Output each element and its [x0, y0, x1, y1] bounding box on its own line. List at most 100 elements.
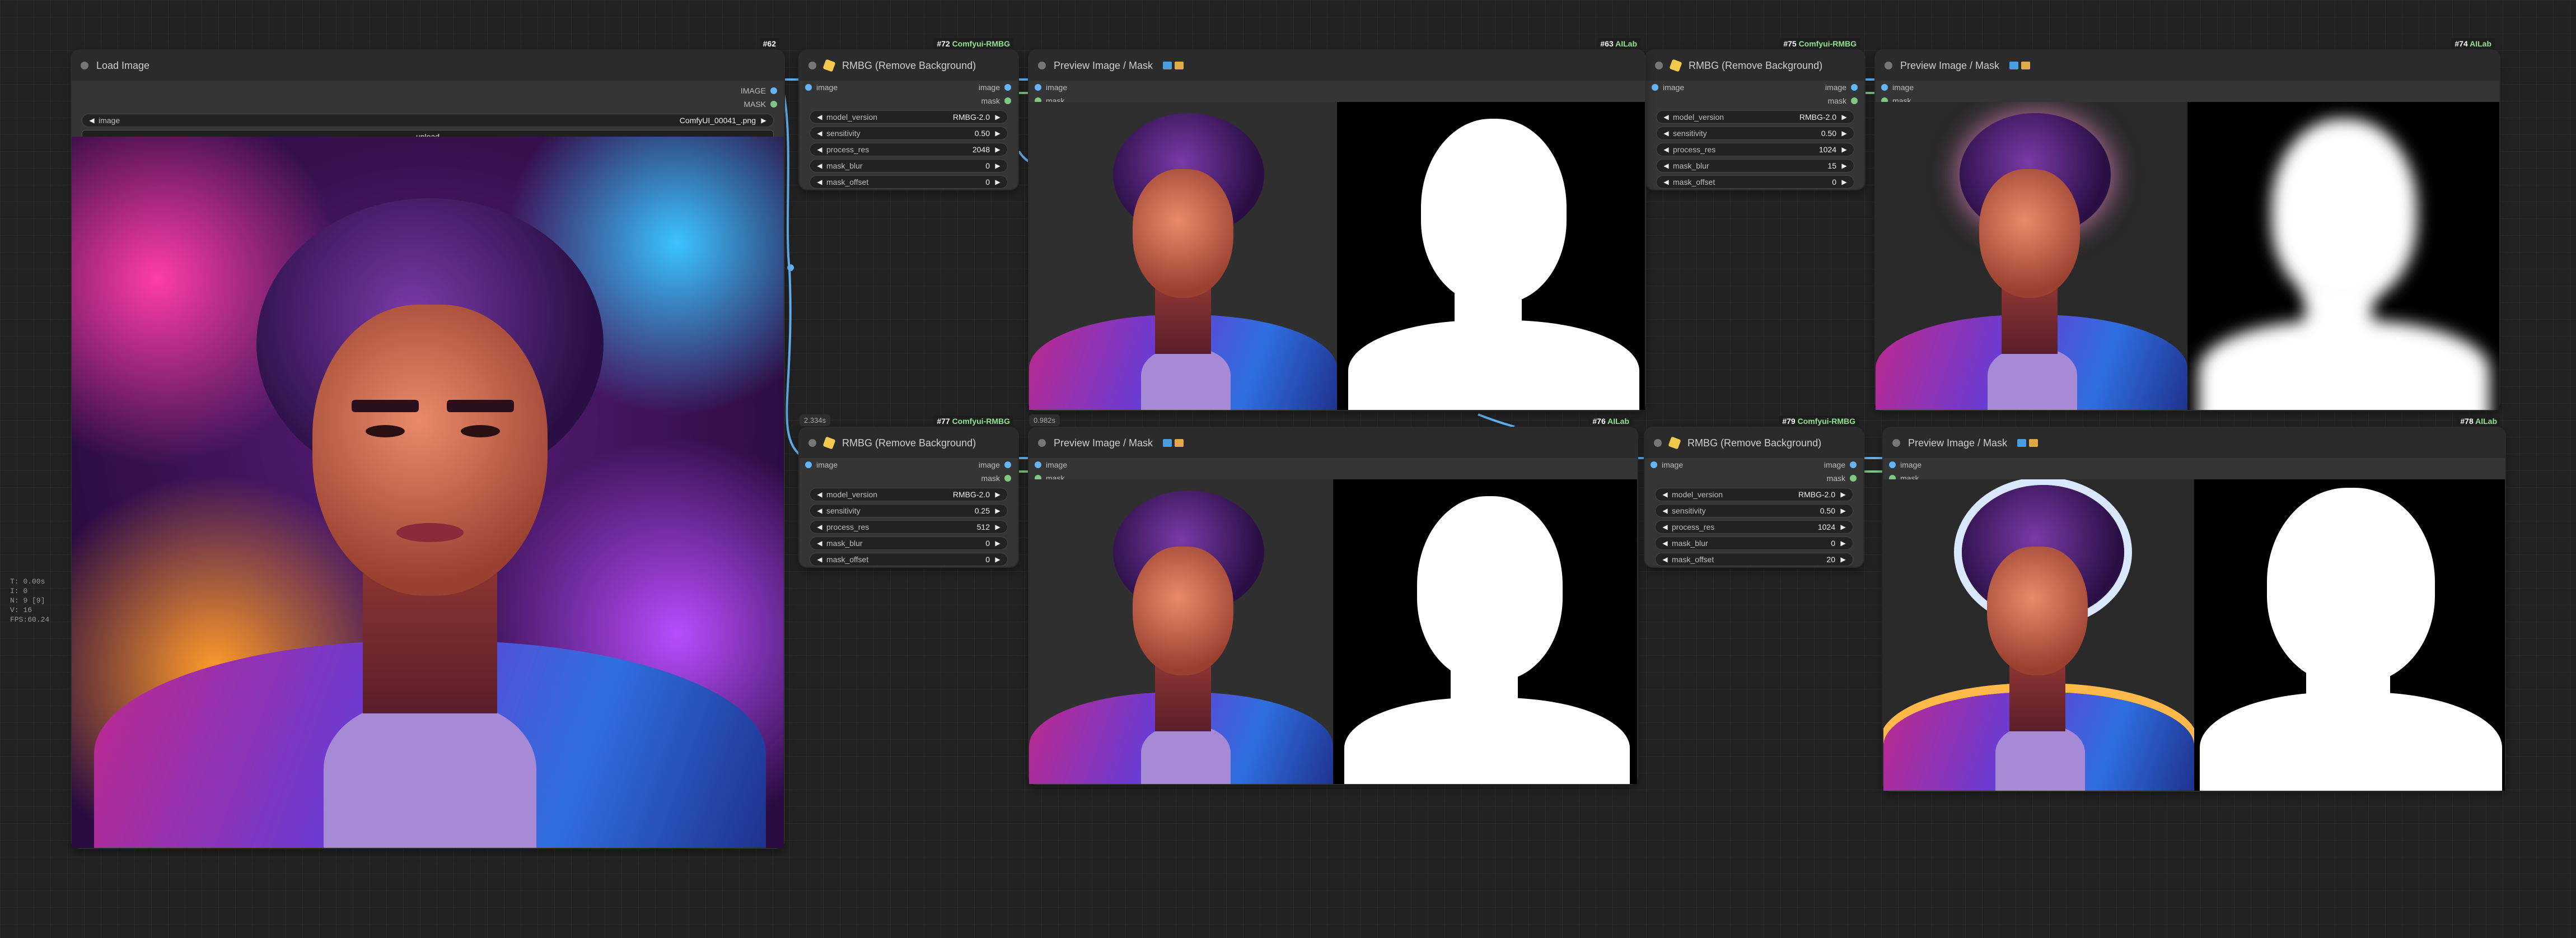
- arrow-left-icon[interactable]: ◀: [1661, 539, 1670, 547]
- arrow-left-icon[interactable]: ◀: [815, 507, 824, 515]
- arrow-left-icon[interactable]: ◀: [1662, 178, 1671, 186]
- model-version-widget[interactable]: ◀ model_version RMBG-2.0 ▶: [1656, 110, 1854, 124]
- arrow-right-icon[interactable]: ▶: [993, 556, 1002, 563]
- arrow-right-icon[interactable]: ▶: [993, 523, 1002, 531]
- sensitivity-widget[interactable]: ◀ sensitivity 0.50 ▶: [810, 127, 1008, 140]
- arrow-right-icon[interactable]: ▶: [993, 491, 1002, 498]
- arrow-right-icon[interactable]: ▶: [1839, 507, 1848, 515]
- node-title-bar[interactable]: Preview Image / Mask: [1883, 428, 2505, 458]
- mask-blur-widget[interactable]: ◀ mask_blur 15 ▶: [1656, 159, 1854, 172]
- image-slot-icon[interactable]: [1035, 84, 1041, 91]
- node-title-bar[interactable]: RMBG (Remove Background): [800, 428, 1018, 458]
- node-title-bar[interactable]: Preview Image / Mask: [1876, 50, 2499, 81]
- arrow-left-icon[interactable]: ◀: [1661, 507, 1670, 515]
- arrow-right-icon[interactable]: ▶: [1840, 162, 1849, 170]
- mask-slot-icon[interactable]: [1851, 97, 1858, 104]
- collapse-dot-icon[interactable]: [1654, 439, 1662, 447]
- preview-node-76[interactable]: 0.982s #76 AILab Preview Image / Mask im…: [1029, 414, 1637, 784]
- process-res-widget[interactable]: ◀ process_res 512 ▶: [810, 520, 1008, 534]
- output-slot-mask[interactable]: MASK: [744, 100, 777, 109]
- input-slot-image[interactable]: image: [805, 83, 838, 92]
- arrow-right-icon[interactable]: ▶: [1839, 491, 1848, 498]
- arrow-right-icon[interactable]: ▶: [1839, 556, 1848, 563]
- image-slot-icon[interactable]: [805, 84, 812, 91]
- arrow-left-icon[interactable]: ◀: [815, 113, 824, 121]
- process-res-widget[interactable]: ◀ process_res 2048 ▶: [810, 143, 1008, 156]
- collapse-dot-icon[interactable]: [1885, 62, 1892, 69]
- collapse-dot-icon[interactable]: [1892, 439, 1900, 447]
- output-slot-mask[interactable]: mask: [1827, 474, 1857, 483]
- node-title-bar[interactable]: Preview Image / Mask: [1029, 50, 1645, 81]
- mask-offset-widget[interactable]: ◀ mask_offset 0 ▶: [1656, 175, 1854, 189]
- sensitivity-widget[interactable]: ◀ sensitivity 0.50 ▶: [1656, 127, 1854, 140]
- input-slot-image[interactable]: image: [1881, 83, 1914, 92]
- image-slot-icon[interactable]: [1889, 461, 1896, 468]
- arrow-right-icon[interactable]: ▶: [1839, 539, 1848, 547]
- arrow-left-icon[interactable]: ◀: [815, 162, 824, 170]
- mask-blur-widget[interactable]: ◀ mask_blur 0 ▶: [810, 159, 1008, 172]
- output-slot-image[interactable]: image: [1825, 83, 1858, 92]
- rmbg-node-72[interactable]: #72 Comfyui-RMBG RMBG (Remove Background…: [800, 38, 1018, 189]
- input-slot-image[interactable]: image: [1035, 83, 1067, 92]
- image-slot-icon[interactable]: [770, 87, 777, 94]
- arrow-right-icon[interactable]: ▶: [1839, 523, 1848, 531]
- mask-blur-widget[interactable]: ◀ mask_blur 0 ▶: [1655, 536, 1853, 550]
- preview-node-63[interactable]: #63 AILab Preview Image / Mask image mas…: [1029, 38, 1645, 410]
- preview-node-74[interactable]: #74 AILab Preview Image / Mask image mas…: [1876, 38, 2499, 410]
- arrow-right-icon[interactable]: ▶: [1840, 146, 1849, 153]
- input-slot-image[interactable]: image: [805, 460, 838, 469]
- arrow-right-icon[interactable]: ▶: [1840, 113, 1849, 121]
- collapse-dot-icon[interactable]: [1655, 62, 1663, 69]
- arrow-left-icon[interactable]: ◀: [1661, 556, 1670, 563]
- node-title-bar[interactable]: Preview Image / Mask: [1029, 428, 1637, 458]
- arrow-left-icon[interactable]: ◀: [1661, 523, 1670, 531]
- image-slot-icon[interactable]: [1004, 84, 1011, 91]
- arrow-left-icon[interactable]: ◀: [815, 146, 824, 153]
- arrow-right-icon[interactable]: ▶: [1840, 178, 1849, 186]
- arrow-left-icon[interactable]: ◀: [1661, 491, 1670, 498]
- output-slot-image[interactable]: image: [979, 460, 1011, 469]
- image-slot-icon[interactable]: [1004, 461, 1011, 468]
- mask-offset-widget[interactable]: ◀ mask_offset 20 ▶: [1655, 553, 1853, 566]
- arrow-left-icon[interactable]: ◀: [815, 178, 824, 186]
- node-title-bar[interactable]: RMBG (Remove Background): [800, 50, 1018, 81]
- image-slot-icon[interactable]: [1851, 84, 1858, 91]
- arrow-right-icon[interactable]: ▶: [993, 162, 1002, 170]
- input-slot-image[interactable]: image: [1651, 460, 1683, 469]
- arrow-right-icon[interactable]: ▶: [993, 539, 1002, 547]
- arrow-right-icon[interactable]: ▶: [759, 116, 768, 124]
- arrow-right-icon[interactable]: ▶: [993, 129, 1002, 137]
- collapse-dot-icon[interactable]: [1038, 62, 1046, 69]
- arrow-left-icon[interactable]: ◀: [1662, 162, 1671, 170]
- model-version-widget[interactable]: ◀ model_version RMBG-2.0 ▶: [810, 488, 1008, 501]
- mask-offset-widget[interactable]: ◀ mask_offset 0 ▶: [810, 175, 1008, 189]
- arrow-left-icon[interactable]: ◀: [1662, 113, 1671, 121]
- arrow-right-icon[interactable]: ▶: [993, 178, 1002, 186]
- collapse-dot-icon[interactable]: [808, 62, 816, 69]
- image-slot-icon[interactable]: [1652, 84, 1658, 91]
- arrow-left-icon[interactable]: ◀: [815, 491, 824, 498]
- collapse-dot-icon[interactable]: [808, 439, 816, 447]
- input-slot-image[interactable]: image: [1889, 460, 1922, 469]
- output-slot-image[interactable]: image: [979, 83, 1011, 92]
- mask-slot-icon[interactable]: [1850, 475, 1857, 482]
- output-slot-mask[interactable]: mask: [981, 474, 1011, 483]
- mask-slot-icon[interactable]: [770, 101, 777, 108]
- image-combo-widget[interactable]: ◀ image ComfyUI_00041_.png ▶: [82, 114, 774, 127]
- arrow-right-icon[interactable]: ▶: [993, 146, 1002, 153]
- mask-slot-icon[interactable]: [1004, 475, 1011, 482]
- image-slot-icon[interactable]: [1881, 84, 1888, 91]
- process-res-widget[interactable]: ◀ process_res 1024 ▶: [1655, 520, 1853, 534]
- arrow-left-icon[interactable]: ◀: [87, 116, 96, 124]
- model-version-widget[interactable]: ◀ model_version RMBG-2.0 ▶: [810, 110, 1008, 124]
- arrow-left-icon[interactable]: ◀: [815, 129, 824, 137]
- sensitivity-widget[interactable]: ◀ sensitivity 0.25 ▶: [810, 504, 1008, 517]
- model-version-widget[interactable]: ◀ model_version RMBG-2.0 ▶: [1655, 488, 1853, 501]
- sensitivity-widget[interactable]: ◀ sensitivity 0.50 ▶: [1655, 504, 1853, 517]
- process-res-widget[interactable]: ◀ process_res 1024 ▶: [1656, 143, 1854, 156]
- rmbg-node-77[interactable]: 2.334s #77 Comfyui-RMBG RMBG (Remove Bac…: [800, 414, 1018, 567]
- input-slot-image[interactable]: image: [1035, 460, 1067, 469]
- arrow-left-icon[interactable]: ◀: [815, 556, 824, 563]
- rmbg-node-79[interactable]: #79 Comfyui-RMBG RMBG (Remove Background…: [1645, 416, 1863, 567]
- arrow-left-icon[interactable]: ◀: [815, 523, 824, 531]
